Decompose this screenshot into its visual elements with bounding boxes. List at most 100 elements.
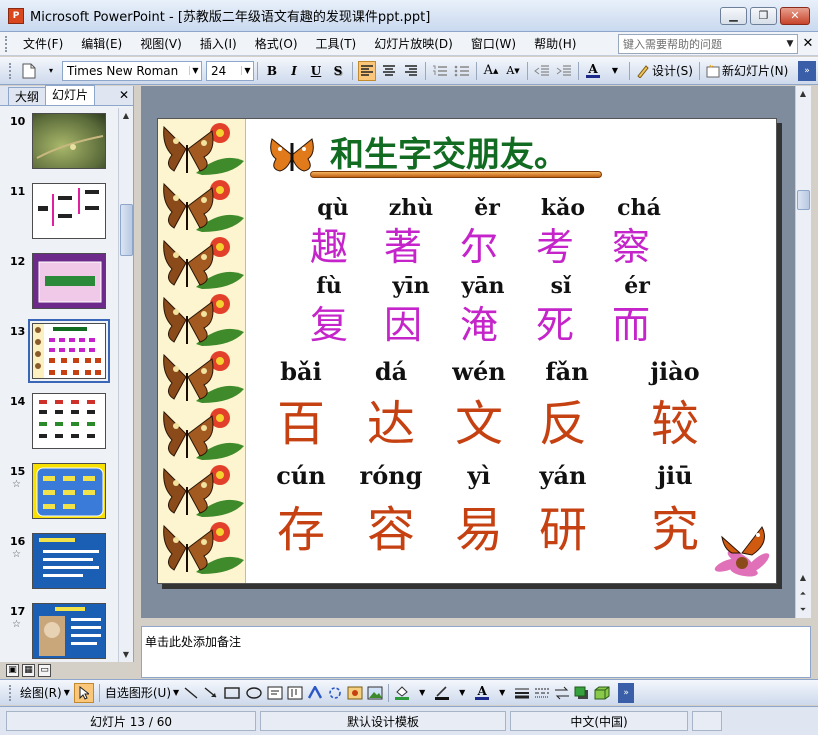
select-pointer-icon[interactable] [73,682,94,703]
scroll-up-icon[interactable]: ▲ [119,108,133,123]
toolbar-overflow-icon[interactable]: » [618,682,635,703]
menu-insert[interactable]: 插入(I) [191,33,246,55]
slide-thumbnail-12[interactable]: 12 [0,253,118,315]
menu-tools[interactable]: 工具(T) [307,33,366,55]
slide-thumbnail-11[interactable]: 11 [0,183,118,245]
scroll-up-icon[interactable]: ▲ [796,570,810,585]
align-left-icon[interactable] [358,60,376,81]
hanzi-character: 较 [650,396,699,452]
slide-thumbnail-13[interactable]: 13 [0,319,118,385]
toolbar-overflow-icon[interactable]: » [798,60,816,81]
chevron-down-icon[interactable]: ▼ [606,61,624,81]
increase-indent-icon[interactable] [555,61,573,81]
chevron-down-icon[interactable]: ▼ [783,39,797,49]
slide-thumbnail-image [32,253,106,309]
scroll-up-icon[interactable]: ▲ [796,86,810,101]
tab-slides[interactable]: 幻灯片 [45,85,96,105]
arrow-style-icon[interactable] [554,683,570,703]
align-right-icon[interactable] [402,61,420,81]
menu-view[interactable]: 视图(V) [131,33,191,55]
vertical-textbox-tool-icon[interactable] [287,683,303,703]
menu-format[interactable]: 格式(O) [246,33,307,55]
normal-view-icon[interactable]: ▣ [6,663,19,677]
slide-scrollbar[interactable]: ▲ ▲ ⏶ ⏷ [795,86,811,618]
shadow-style-icon[interactable] [574,683,590,703]
hanzi-character: 达 [366,396,415,452]
menu-file[interactable]: 文件(F) [14,33,72,55]
scrollbar-thumb[interactable] [120,204,133,256]
minimize-button[interactable]: ▁ [720,6,747,25]
toolbar-grip-icon[interactable] [5,35,9,52]
scrollbar-thumb[interactable] [797,190,810,210]
align-center-icon[interactable] [380,61,398,81]
slideshow-view-icon[interactable]: ▭ [38,663,51,677]
picture-tool-icon[interactable] [367,683,383,703]
dash-style-icon[interactable] [534,683,550,703]
line-tool-icon[interactable] [183,683,199,703]
font-name-select[interactable]: Times New Roman ▼ [62,60,202,81]
close-pane-icon[interactable]: ✕ [115,85,133,105]
close-window-button[interactable]: ✕ [780,6,810,25]
oval-tool-icon[interactable] [245,683,263,703]
toolbar-grip-icon[interactable] [9,62,13,79]
scroll-down-icon[interactable]: ▼ [119,647,133,662]
design-button[interactable]: 设计(S) [635,61,694,81]
pinyin-label: bǎi [280,357,322,386]
slide-thumbnail-17[interactable]: 17 ☆ [0,603,118,662]
decrease-indent-icon[interactable] [533,61,551,81]
toolbar-grip-icon[interactable] [9,684,13,701]
maximize-button[interactable]: ❐ [750,6,777,25]
fill-color-icon[interactable] [394,683,410,703]
help-search-input[interactable]: 键入需要帮助的问题 ▼ [618,33,798,54]
font-color-icon[interactable]: A [584,61,602,81]
previous-slide-icon[interactable]: ⏶ [796,586,810,601]
menu-help[interactable]: 帮助(H) [525,33,585,55]
current-slide[interactable]: 和生字交朋友。 qù zhù ěr kǎo chá 趣 著 尔 考 察 fù y… [157,118,777,584]
new-document-icon[interactable] [20,61,38,81]
new-slide-button[interactable]: 新幻灯片(N) [705,61,789,81]
diagram-tool-icon[interactable] [327,683,343,703]
slide-thumbnail-10[interactable]: 10 [0,113,118,175]
increase-font-icon[interactable]: A ▲ [482,61,500,81]
wordart-tool-icon[interactable] [307,683,323,703]
decrease-font-icon[interactable]: A ▼ [504,61,522,81]
chevron-down-icon[interactable]: ▼ [454,683,470,703]
menu-window[interactable]: 窗口(W) [462,33,525,55]
rectangle-tool-icon[interactable] [223,683,241,703]
shadow-button[interactable]: S [329,61,347,81]
clipart-tool-icon[interactable] [347,683,363,703]
next-slide-icon[interactable]: ⏷ [796,602,810,617]
chevron-down-icon[interactable]: ▼ [494,683,510,703]
draw-font-color-icon[interactable]: A [474,683,490,703]
thumbnail-scrollbar[interactable]: ▲ ▼ [118,108,133,662]
slide-thumbnail-15[interactable]: 15 ☆ [0,463,118,525]
menu-slideshow[interactable]: 幻灯片放映(D) [365,33,462,55]
slide-title[interactable]: 和生字交朋友。 [330,127,568,176]
menu-edit[interactable]: 编辑(E) [72,33,131,55]
draw-menu-button[interactable]: 绘图(R) ▼ [20,683,70,703]
notes-pane[interactable]: 单击此处添加备注 [141,626,811,678]
bold-button[interactable]: B [263,61,281,81]
italic-button[interactable]: I [285,61,303,81]
autoshapes-menu-button[interactable]: 自选图形(U) ▼ [105,683,179,703]
title-bar: P Microsoft PowerPoint - [苏教版二年级语文有趣的发现课… [0,0,818,32]
slide-thumbnail-16[interactable]: 16 ☆ [0,533,118,595]
powerpoint-app-icon[interactable]: P [8,7,24,24]
underline-button[interactable]: U [307,61,325,81]
chevron-down-icon[interactable]: ▼ [414,683,430,703]
numbered-list-icon[interactable] [431,61,449,81]
slide-sorter-view-icon[interactable]: ▦ [22,663,35,677]
chevron-down-icon[interactable]: ▼ [189,66,201,75]
tab-outline[interactable]: 大纲 [8,87,47,105]
toolbar-options-icon[interactable]: ▾ [42,61,60,81]
arrow-tool-icon[interactable] [203,683,219,703]
slide-thumbnail-14[interactable]: 14 [0,393,118,455]
3d-style-icon[interactable] [594,683,610,703]
close-document-icon[interactable]: ✕ [798,36,818,51]
bullet-list-icon[interactable] [453,61,471,81]
font-size-select[interactable]: 24 ▼ [206,60,254,81]
textbox-tool-icon[interactable] [267,683,283,703]
chevron-down-icon[interactable]: ▼ [241,66,253,75]
line-style-icon[interactable] [514,683,530,703]
line-color-icon[interactable] [434,683,450,703]
